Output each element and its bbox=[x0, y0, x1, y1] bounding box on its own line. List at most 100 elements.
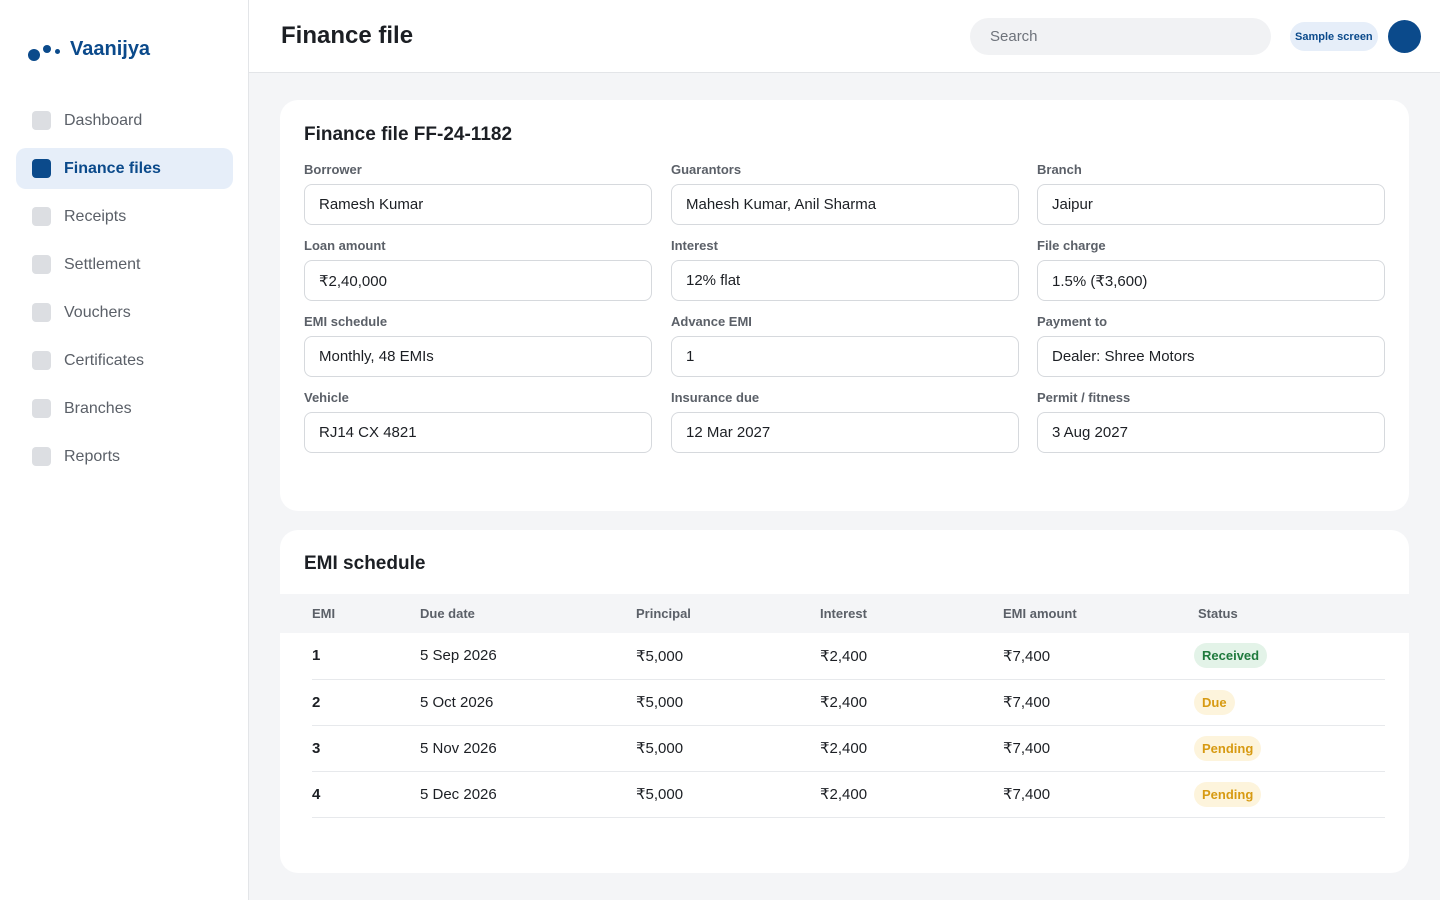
principal-cell: ₹5,000 bbox=[636, 679, 820, 726]
emi-schedule-card: EMI schedule EMI Due date Principal Inte… bbox=[280, 530, 1409, 873]
sidebar-item-label: Vouchers bbox=[64, 303, 131, 321]
branch-input[interactable] bbox=[1037, 184, 1385, 225]
emi-schedule-title: EMI schedule bbox=[304, 553, 426, 574]
borrower-input[interactable] bbox=[304, 184, 652, 225]
status-badge: Received bbox=[1194, 643, 1268, 669]
interest-label: Interest bbox=[671, 238, 718, 253]
advance-emi-field: Advance EMI bbox=[671, 314, 1019, 377]
column-header-principal[interactable]: Principal bbox=[636, 594, 820, 633]
permit-fitness-input[interactable] bbox=[1037, 412, 1385, 453]
finance-files-icon bbox=[32, 159, 51, 178]
guarantors-field: Guarantors bbox=[671, 162, 1019, 225]
status-badge: Pending bbox=[1194, 735, 1262, 761]
insurance-due-field: Insurance due bbox=[671, 390, 1019, 453]
interest-cell: ₹2,400 bbox=[820, 679, 1003, 726]
payment-to-field: Payment to bbox=[1037, 314, 1385, 377]
brand-name: Vaanijya bbox=[70, 38, 151, 60]
brand-logo[interactable]: Vaanijya bbox=[28, 30, 150, 64]
sidebar-item-dashboard[interactable]: Dashboard bbox=[16, 100, 233, 141]
interest-input[interactable] bbox=[671, 260, 1019, 301]
finance-file-title: Finance file FF-24-1182 bbox=[304, 124, 513, 145]
permit-fitness-field: Permit / fitness bbox=[1037, 390, 1385, 453]
sidebar-item-finance-files[interactable]: Finance files bbox=[16, 148, 233, 189]
sidebar-item-label: Certificates bbox=[64, 351, 145, 369]
column-header-status[interactable]: Status bbox=[1198, 594, 1385, 633]
column-header-emi[interactable]: EMI bbox=[312, 594, 420, 633]
due-date-cell: 5 Sep 2026 bbox=[420, 633, 636, 680]
sidebar-item-label: Settlement bbox=[64, 255, 141, 273]
settlement-icon bbox=[32, 255, 51, 274]
principal-cell: ₹5,000 bbox=[636, 633, 820, 680]
receipts-icon bbox=[32, 207, 51, 226]
due-date-cell: 5 Nov 2026 bbox=[420, 725, 636, 772]
column-header-emi-amount[interactable]: EMI amount bbox=[1003, 594, 1198, 633]
sidebar-item-reports[interactable]: Reports bbox=[16, 436, 233, 477]
branches-icon bbox=[32, 399, 51, 418]
emi-table: EMI Due date Principal Interest EMI amou… bbox=[280, 594, 1409, 818]
guarantors-input[interactable] bbox=[671, 184, 1019, 225]
insurance-due-input[interactable] bbox=[671, 412, 1019, 453]
dashboard-icon bbox=[32, 111, 51, 130]
table-row[interactable]: 2 5 Oct 2026 ₹5,000 ₹2,400 ₹7,400 Due bbox=[280, 679, 1409, 726]
vehicle-input[interactable] bbox=[304, 412, 652, 453]
sidebar-item-label: Dashboard bbox=[64, 111, 143, 129]
top-header: Finance file Sample screen bbox=[249, 0, 1440, 73]
certificates-icon bbox=[32, 351, 51, 370]
interest-cell: ₹2,400 bbox=[820, 633, 1003, 680]
due-date-cell: 5 Dec 2026 bbox=[420, 771, 636, 818]
column-header-interest[interactable]: Interest bbox=[820, 594, 1003, 633]
file-charge-label: File charge bbox=[1037, 238, 1106, 253]
sidebar-item-certificates[interactable]: Certificates bbox=[16, 340, 233, 381]
sidebar-item-receipts[interactable]: Receipts bbox=[16, 196, 233, 237]
file-charge-input[interactable] bbox=[1037, 260, 1385, 301]
interest-field: Interest bbox=[671, 238, 1019, 301]
table-row[interactable]: 3 5 Nov 2026 ₹5,000 ₹2,400 ₹7,400 Pendin… bbox=[280, 725, 1409, 772]
sidebar-item-vouchers[interactable]: Vouchers bbox=[16, 292, 233, 333]
emi-table-header: EMI Due date Principal Interest EMI amou… bbox=[280, 594, 1409, 633]
status-badge: Pending bbox=[1194, 781, 1262, 807]
loan-amount-input[interactable] bbox=[304, 260, 652, 301]
advance-emi-input[interactable] bbox=[671, 336, 1019, 377]
brand-dots-icon bbox=[28, 44, 68, 64]
payment-to-input[interactable] bbox=[1037, 336, 1385, 377]
user-avatar[interactable] bbox=[1388, 20, 1421, 53]
interest-cell: ₹2,400 bbox=[820, 771, 1003, 818]
status-cell: Pending bbox=[1194, 725, 1385, 772]
emi-amount-cell: ₹7,400 bbox=[1003, 633, 1198, 680]
vouchers-icon bbox=[32, 303, 51, 322]
advance-emi-label: Advance EMI bbox=[671, 314, 752, 329]
emi-number: 2 bbox=[312, 679, 420, 726]
emi-number: 3 bbox=[312, 725, 420, 772]
file-charge-field: File charge bbox=[1037, 238, 1385, 301]
emi-number: 1 bbox=[312, 633, 420, 680]
finance-file-card: Finance file FF-24-1182 Borrower Guarant… bbox=[280, 100, 1409, 511]
sidebar-item-settlement[interactable]: Settlement bbox=[16, 244, 233, 285]
emi-schedule-input[interactable] bbox=[304, 336, 652, 377]
principal-cell: ₹5,000 bbox=[636, 725, 820, 772]
table-row[interactable]: 1 5 Sep 2026 ₹5,000 ₹2,400 ₹7,400 Receiv… bbox=[280, 633, 1409, 680]
sidebar-item-branches[interactable]: Branches bbox=[16, 388, 233, 429]
emi-amount-cell: ₹7,400 bbox=[1003, 725, 1198, 772]
status-cell: Pending bbox=[1194, 771, 1385, 818]
principal-cell: ₹5,000 bbox=[636, 771, 820, 818]
vehicle-field: Vehicle bbox=[304, 390, 652, 453]
permit-fitness-label: Permit / fitness bbox=[1037, 390, 1131, 405]
loan-amount-field: Loan amount bbox=[304, 238, 652, 301]
search-input[interactable] bbox=[970, 18, 1271, 55]
sample-screen-badge: Sample screen bbox=[1290, 22, 1378, 51]
sidebar-nav: Dashboard Finance files Receipts Settlem… bbox=[16, 100, 233, 484]
column-header-due-date[interactable]: Due date bbox=[420, 594, 636, 633]
vehicle-label: Vehicle bbox=[304, 390, 349, 405]
payment-to-label: Payment to bbox=[1037, 314, 1108, 329]
guarantors-label: Guarantors bbox=[671, 162, 742, 177]
emi-amount-cell: ₹7,400 bbox=[1003, 771, 1198, 818]
branch-label: Branch bbox=[1037, 162, 1082, 177]
sidebar-item-label: Finance files bbox=[64, 159, 161, 177]
sidebar-item-label: Branches bbox=[64, 399, 132, 417]
borrower-field: Borrower bbox=[304, 162, 652, 225]
table-row[interactable]: 4 5 Dec 2026 ₹5,000 ₹2,400 ₹7,400 Pendin… bbox=[280, 771, 1409, 818]
sidebar-item-label: Reports bbox=[64, 447, 121, 465]
reports-icon bbox=[32, 447, 51, 466]
status-cell: Due bbox=[1194, 679, 1385, 726]
sidebar: Vaanijya Dashboard Finance files Receipt… bbox=[0, 0, 249, 900]
